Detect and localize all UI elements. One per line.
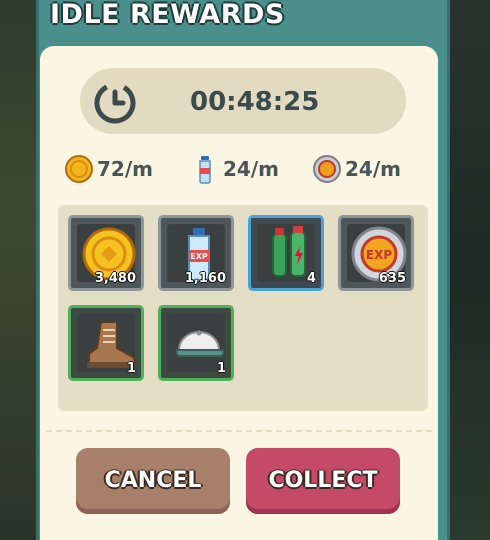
svg-text:EXP: EXP <box>190 252 208 261</box>
gold-coin-icon <box>64 154 94 184</box>
rate-exp-bottle: 24/m <box>190 154 279 184</box>
reward-count: 1 <box>216 361 226 376</box>
exp-bottle-icon <box>190 154 220 184</box>
reward-count: 1,160 <box>184 271 226 286</box>
exp-coin-icon <box>312 154 342 184</box>
divider <box>46 430 432 432</box>
collect-button[interactable]: COLLECT <box>246 448 400 514</box>
stopwatch-icon <box>94 82 136 124</box>
background-left <box>0 0 40 540</box>
reward-slot[interactable]: EXP 1,160 <box>158 215 234 291</box>
background-right <box>444 0 490 540</box>
rate-exp-coin: 24/m <box>312 154 401 184</box>
reward-slot[interactable]: 3,480 <box>68 215 144 291</box>
reward-slot[interactable]: 1 <box>158 305 234 381</box>
reward-count: 1 <box>126 361 136 376</box>
rate-exp-bottle-label: 24/m <box>223 157 279 181</box>
cancel-button[interactable]: CANCEL <box>76 448 230 514</box>
reward-slot[interactable]: 4 <box>248 215 324 291</box>
timer-value: 00:48:25 <box>190 87 320 117</box>
rate-gold-label: 72/m <box>97 157 153 181</box>
reward-slot[interactable]: 1 <box>68 305 144 381</box>
rate-exp-coin-label: 24/m <box>345 157 401 181</box>
reward-count: 3,480 <box>94 271 136 286</box>
reward-count: 4 <box>306 271 316 286</box>
svg-text:EXP: EXP <box>366 248 392 262</box>
reward-slot[interactable]: EXP 635 <box>338 215 414 291</box>
dialog-title: IDLE REWARDS <box>50 0 285 30</box>
rate-gold: 72/m <box>64 154 153 184</box>
reward-count: 635 <box>378 271 406 286</box>
